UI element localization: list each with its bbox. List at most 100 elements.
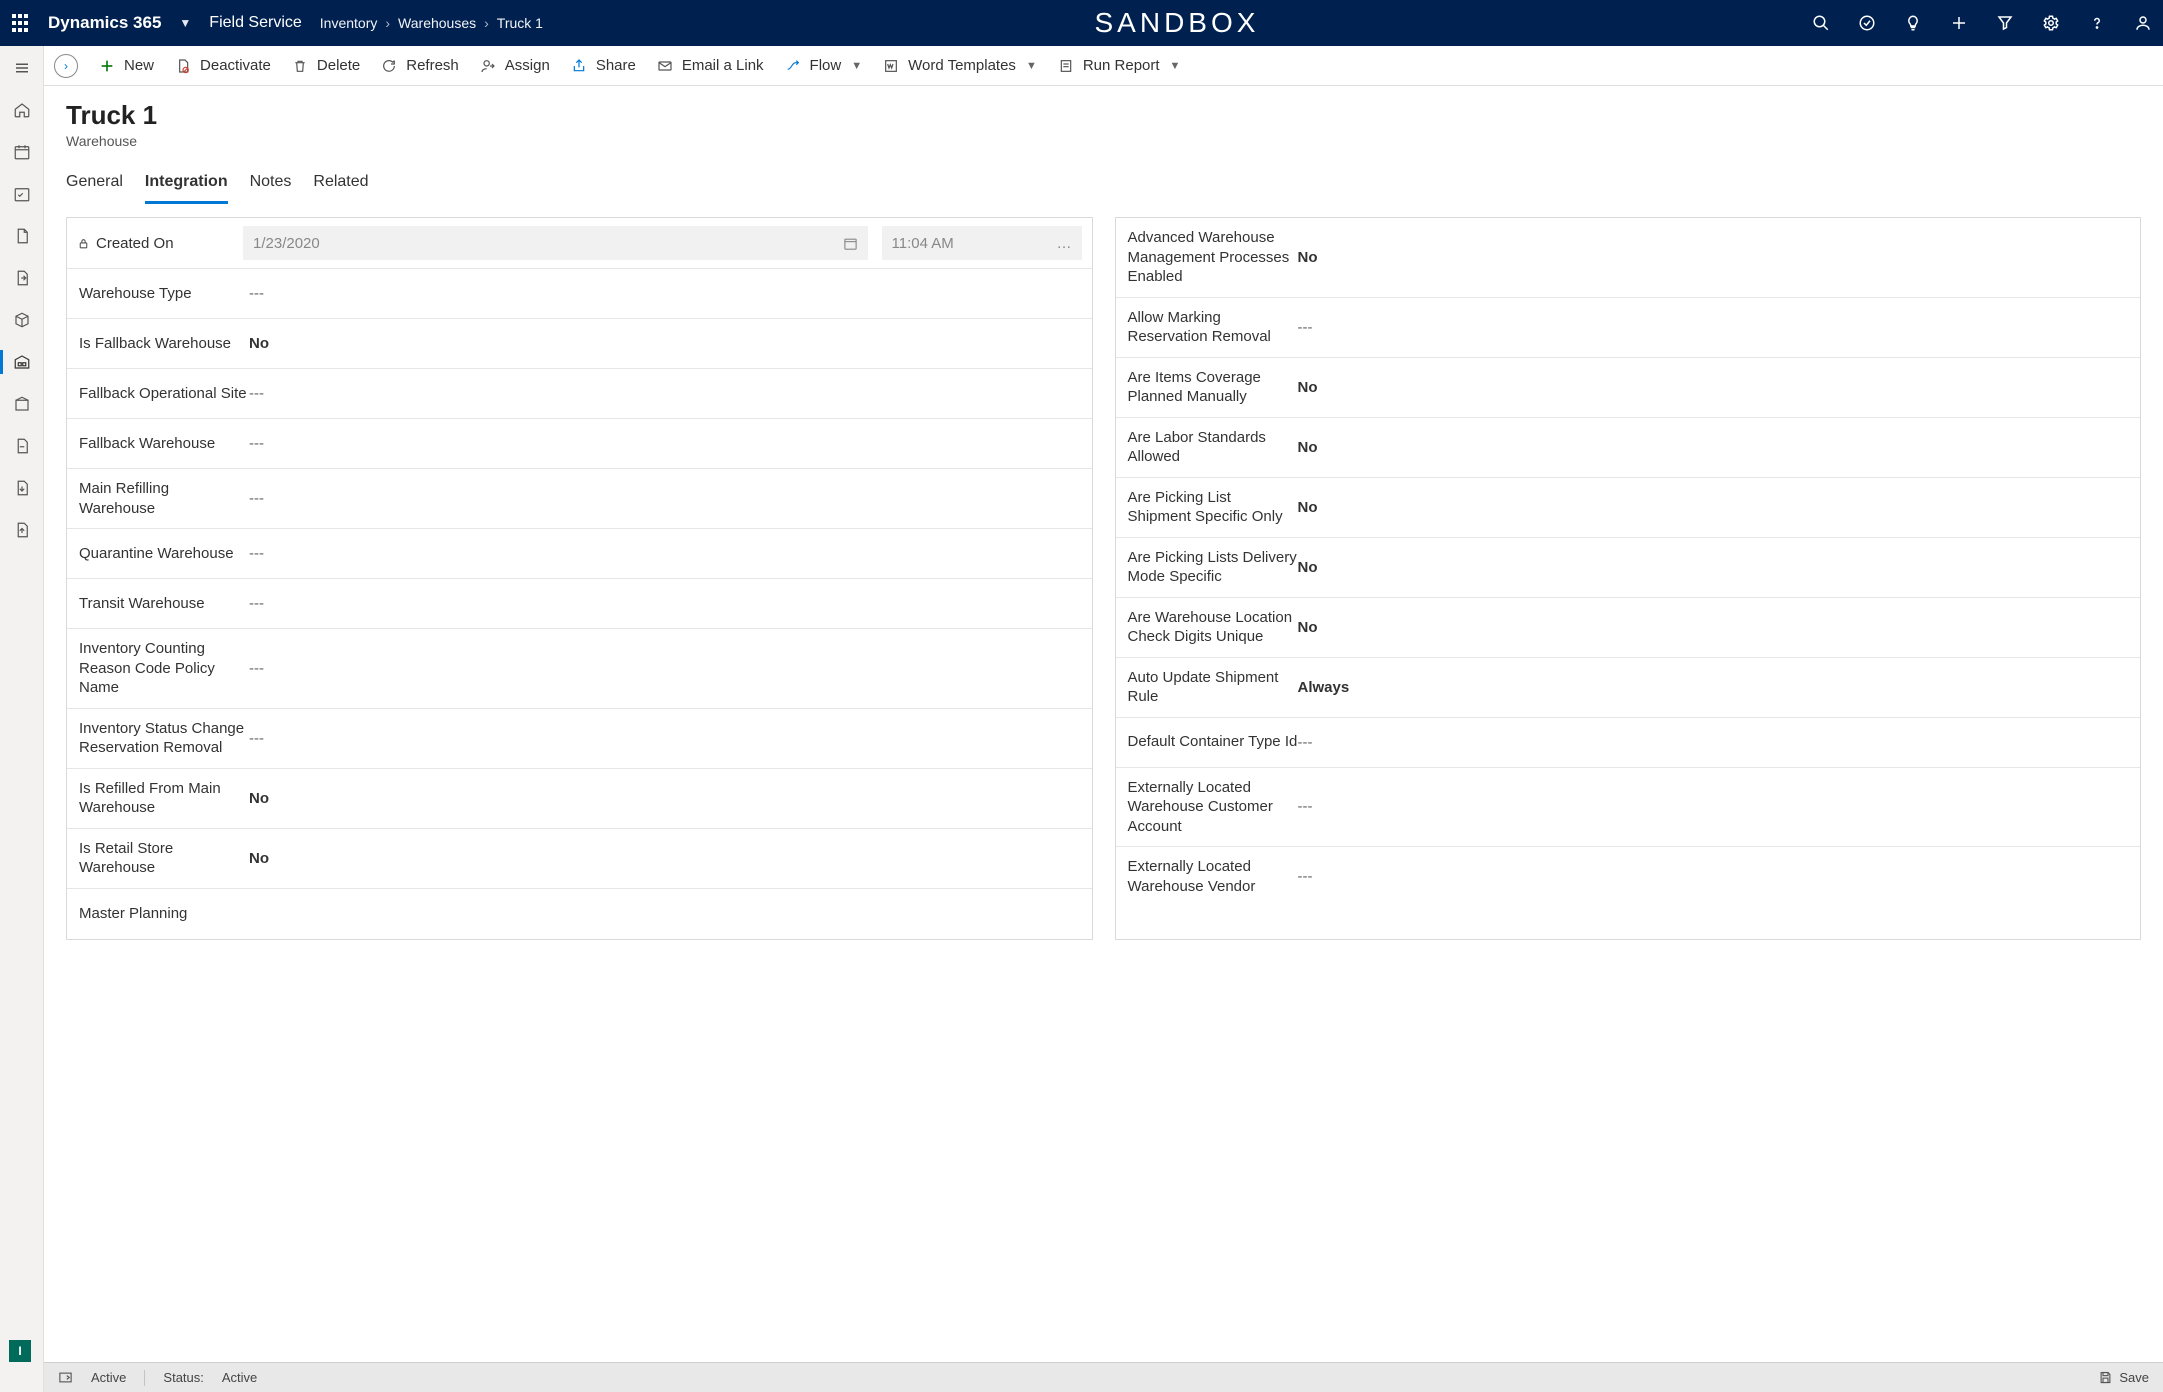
tab-general[interactable]: General bbox=[66, 167, 123, 204]
field-value: No bbox=[1298, 499, 2129, 516]
refresh-label: Refresh bbox=[406, 57, 459, 74]
warehouse-icon[interactable] bbox=[8, 348, 36, 376]
assign-button[interactable]: Assign bbox=[479, 57, 550, 75]
share-button[interactable]: Share bbox=[570, 57, 636, 75]
field-value: --- bbox=[1298, 798, 2129, 815]
date-input[interactable]: 1/23/2020 bbox=[243, 226, 868, 260]
form-field[interactable]: Are Labor Standards AllowedNo bbox=[1116, 418, 2141, 478]
form-field[interactable]: Are Items Coverage Planned ManuallyNo bbox=[1116, 358, 2141, 418]
calendar-icon[interactable] bbox=[8, 138, 36, 166]
form-field[interactable]: Inventory Counting Reason Code Policy Na… bbox=[67, 629, 1092, 709]
form-field[interactable]: Advanced Warehouse Management Processes … bbox=[1116, 218, 2141, 298]
form-field[interactable]: Externally Located Warehouse Customer Ac… bbox=[1116, 768, 2141, 848]
product-name[interactable]: Dynamics 365 bbox=[48, 13, 161, 33]
breadcrumb-item[interactable]: Truck 1 bbox=[497, 15, 543, 31]
field-label: Inventory Counting Reason Code Policy Na… bbox=[79, 639, 249, 698]
form-field[interactable]: Are Picking Lists Delivery Mode Specific… bbox=[1116, 538, 2141, 598]
record-state: Active bbox=[91, 1370, 126, 1385]
new-button[interactable]: New bbox=[98, 57, 154, 75]
flow-button[interactable]: Flow▼ bbox=[784, 57, 863, 75]
hamburger-icon[interactable] bbox=[8, 54, 36, 82]
environment-label: SANDBOX bbox=[561, 7, 1793, 39]
document-out-icon[interactable] bbox=[8, 264, 36, 292]
lightbulb-icon[interactable] bbox=[1903, 13, 1923, 33]
form-field[interactable]: Is Fallback WarehouseNo bbox=[67, 319, 1092, 369]
form-field[interactable]: Auto Update Shipment RuleAlways bbox=[1116, 658, 2141, 718]
deactivate-button[interactable]: Deactivate bbox=[174, 57, 271, 75]
delete-label: Delete bbox=[317, 57, 360, 74]
form-field[interactable]: Is Retail Store WarehouseNo bbox=[67, 829, 1092, 889]
time-input[interactable]: 11:04 AM… bbox=[882, 226, 1082, 260]
form-field[interactable]: Quarantine Warehouse--- bbox=[67, 529, 1092, 579]
back-circle-icon[interactable]: › bbox=[54, 54, 78, 78]
task-check-icon[interactable] bbox=[1857, 13, 1877, 33]
field-label: Are Picking List Shipment Specific Only bbox=[1128, 488, 1298, 527]
word-templates-label: Word Templates bbox=[908, 57, 1016, 74]
plus-icon[interactable] bbox=[1949, 13, 1969, 33]
field-label: Fallback Operational Site bbox=[79, 384, 249, 404]
filter-icon[interactable] bbox=[1995, 13, 2015, 33]
form-field[interactable]: Fallback Operational Site--- bbox=[67, 369, 1092, 419]
insights-badge[interactable]: I bbox=[9, 1340, 31, 1362]
box-icon[interactable] bbox=[8, 390, 36, 418]
field-value: No bbox=[1298, 619, 2129, 636]
mail-icon bbox=[656, 57, 674, 75]
status-bar: Active Status: Active Save bbox=[44, 1362, 2163, 1392]
form-field[interactable]: Inventory Status Change Reservation Remo… bbox=[67, 709, 1092, 769]
field-label: Transit Warehouse bbox=[79, 594, 249, 614]
field-value: --- bbox=[1298, 319, 2129, 336]
save-label: Save bbox=[2119, 1370, 2149, 1385]
form-field[interactable]: Transit Warehouse--- bbox=[67, 579, 1092, 629]
field-label: Inventory Status Change Reservation Remo… bbox=[79, 719, 249, 758]
help-icon[interactable] bbox=[2087, 13, 2107, 33]
field-value: --- bbox=[249, 490, 1080, 507]
entity-name: Warehouse bbox=[66, 133, 2141, 149]
form-field[interactable]: Externally Located Warehouse Vendor--- bbox=[1116, 847, 2141, 906]
field-value: --- bbox=[249, 730, 1080, 747]
home-icon[interactable] bbox=[8, 96, 36, 124]
run-report-button[interactable]: Run Report▼ bbox=[1057, 57, 1181, 75]
field-label: Default Container Type Id bbox=[1128, 732, 1298, 752]
tab-notes[interactable]: Notes bbox=[250, 167, 292, 204]
form-field[interactable]: Are Warehouse Location Check Digits Uniq… bbox=[1116, 598, 2141, 658]
form-field[interactable]: Are Picking List Shipment Specific OnlyN… bbox=[1116, 478, 2141, 538]
status-label: Status: bbox=[163, 1370, 203, 1385]
save-button[interactable]: Save bbox=[2098, 1370, 2149, 1385]
delete-button[interactable]: Delete bbox=[291, 57, 360, 75]
flow-icon bbox=[784, 57, 802, 75]
tab-integration[interactable]: Integration bbox=[145, 167, 228, 204]
breadcrumb-item[interactable]: Warehouses bbox=[398, 15, 476, 31]
breadcrumb-item[interactable]: Inventory bbox=[320, 15, 378, 31]
form-field[interactable]: Master Planning bbox=[67, 889, 1092, 939]
form-field[interactable]: Warehouse Type--- bbox=[67, 269, 1092, 319]
refresh-button[interactable]: Refresh bbox=[380, 57, 459, 75]
chevron-down-icon: ▼ bbox=[851, 60, 862, 72]
form-field[interactable]: Is Refilled From Main WarehouseNo bbox=[67, 769, 1092, 829]
page-title: Truck 1 bbox=[66, 100, 2141, 131]
person-icon[interactable] bbox=[2133, 13, 2153, 33]
app-launcher-icon[interactable] bbox=[10, 13, 30, 33]
word-templates-button[interactable]: Word Templates▼ bbox=[882, 57, 1037, 75]
field-label: Master Planning bbox=[79, 904, 249, 924]
tab-related[interactable]: Related bbox=[313, 167, 368, 204]
transfer-icon[interactable] bbox=[8, 432, 36, 460]
email-link-button[interactable]: Email a Link bbox=[656, 57, 764, 75]
doc-up-icon[interactable] bbox=[8, 516, 36, 544]
app-name[interactable]: Field Service bbox=[209, 14, 301, 32]
field-label: Externally Located Warehouse Customer Ac… bbox=[1128, 778, 1298, 837]
package-icon[interactable] bbox=[8, 306, 36, 334]
form-field[interactable]: Default Container Type Id--- bbox=[1116, 718, 2141, 768]
schedule-icon[interactable] bbox=[8, 180, 36, 208]
doc-down-icon[interactable] bbox=[8, 474, 36, 502]
form-field[interactable]: Main Refilling Warehouse--- bbox=[67, 469, 1092, 529]
chevron-down-icon[interactable]: ▼ bbox=[179, 16, 191, 30]
field-label: Are Picking Lists Delivery Mode Specific bbox=[1128, 548, 1298, 587]
search-icon[interactable] bbox=[1811, 13, 1831, 33]
share-icon bbox=[570, 57, 588, 75]
document-icon[interactable] bbox=[8, 222, 36, 250]
gear-icon[interactable] bbox=[2041, 13, 2061, 33]
open-panel-icon[interactable] bbox=[58, 1370, 73, 1385]
form-field[interactable]: Fallback Warehouse--- bbox=[67, 419, 1092, 469]
form-field[interactable]: Allow Marking Reservation Removal--- bbox=[1116, 298, 2141, 358]
field-label: Is Fallback Warehouse bbox=[79, 334, 249, 354]
